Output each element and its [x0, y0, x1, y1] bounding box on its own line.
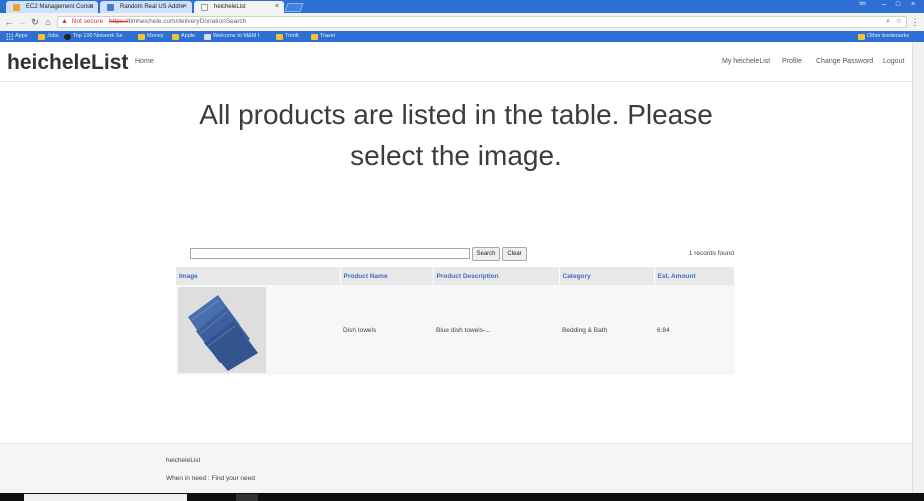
- site-brand[interactable]: heicheleList: [7, 51, 128, 75]
- minimize-icon[interactable]: –: [878, 0, 890, 9]
- bookmark-top100[interactable]: Top 100 Network Se: [64, 32, 123, 41]
- column-header-image[interactable]: Image: [176, 267, 341, 285]
- url-path: timheichele.com/deliveryDonationSearch: [128, 18, 247, 25]
- folder-icon: [858, 34, 865, 40]
- star-icon[interactable]: ☆: [896, 17, 902, 27]
- site-footer: heicheleList When in need : Find your ne…: [0, 443, 912, 493]
- bookmark-label: Jobs: [47, 33, 59, 39]
- search-icon[interactable]: ⌕: [886, 17, 890, 27]
- nav-logout[interactable]: Logout: [883, 58, 904, 65]
- dish-towels-picture: [178, 287, 266, 373]
- bookmark-other[interactable]: Other bookmarks: [858, 32, 909, 41]
- search-button[interactable]: Search: [472, 247, 500, 261]
- bookmark-label: Top 100 Network Se: [73, 33, 123, 39]
- reload-icon[interactable]: ↻: [29, 16, 41, 28]
- column-header-description[interactable]: Product Description: [433, 267, 560, 285]
- dish-towels-image[interactable]: [178, 287, 266, 373]
- tab-random-address[interactable]: Random Real US Addre ×: [100, 1, 192, 13]
- warning-icon: ▲: [61, 18, 68, 25]
- folder-icon: [38, 34, 45, 40]
- category-cell: Bedding & Bath: [559, 285, 654, 375]
- tab-label: EC2 Management Conso: [26, 4, 94, 10]
- table-header-row: Image Product Name Product Description C…: [176, 267, 735, 285]
- bookmark-apps[interactable]: Apps: [6, 32, 28, 41]
- close-icon[interactable]: ×: [275, 3, 279, 10]
- window-close-icon[interactable]: ×: [907, 0, 919, 9]
- image-cell[interactable]: [176, 285, 340, 375]
- bookmark-label: Welcome to M&M I: [213, 33, 260, 39]
- tab-label: heicheleList: [214, 4, 246, 10]
- bookmark-label: Travel: [320, 33, 336, 39]
- bookmark-travel[interactable]: Travel: [311, 32, 335, 41]
- nav-profile[interactable]: Profile: [782, 58, 802, 65]
- column-header-name[interactable]: Product Name: [340, 267, 434, 285]
- nav-my-list[interactable]: My heicheleList: [722, 58, 770, 65]
- os-taskbar: [0, 493, 924, 501]
- apps-icon: [6, 33, 13, 40]
- footer-tagline: When in need : Find your need: [166, 475, 255, 482]
- close-icon[interactable]: ×: [89, 3, 93, 10]
- product-name-cell: Dish towels: [340, 285, 433, 375]
- tab-label: Random Real US Addre: [120, 4, 185, 10]
- bookmark-label: Trimfi: [285, 33, 299, 39]
- table-row[interactable]: Dish towels Blue dish towels-... Bedding…: [176, 285, 735, 375]
- search-input[interactable]: [190, 248, 470, 259]
- product-description-cell: Blue dish towels-...: [433, 285, 559, 375]
- aws-favicon-icon: [13, 4, 20, 11]
- folder-icon: [311, 34, 318, 40]
- records-count: 1 records found: [688, 250, 734, 257]
- browser-tab-bar: EC2 Management Conso × Random Real US Ad…: [0, 0, 924, 13]
- bookmark-label: Other bookmarks: [867, 33, 910, 39]
- heading-line-1: All products are listed in the table. Pl…: [199, 99, 713, 130]
- products-table: Image Product Name Product Description C…: [176, 267, 735, 375]
- site-navbar: heicheleList Home My heicheleList Profil…: [0, 42, 912, 82]
- new-tab-button[interactable]: [284, 3, 304, 12]
- taskbar-search-box[interactable]: [24, 494, 187, 501]
- menu-dots-icon[interactable]: ⋮: [909, 16, 921, 28]
- bookmark-apple[interactable]: Apple: [172, 32, 195, 41]
- bookmark-jobs[interactable]: Jobs: [38, 32, 59, 41]
- column-header-amount[interactable]: Est. Amount: [654, 267, 735, 285]
- url-scheme: https://: [109, 18, 129, 25]
- folder-icon: [138, 34, 145, 40]
- site-icon: [204, 34, 211, 40]
- page-favicon-icon: [107, 4, 114, 11]
- document-favicon-icon: [201, 4, 208, 11]
- tab-ec2[interactable]: EC2 Management Conso ×: [6, 1, 98, 13]
- taskbar-app-button[interactable]: [236, 494, 258, 501]
- close-icon[interactable]: ×: [183, 3, 187, 10]
- back-arrow-icon[interactable]: ←: [3, 16, 15, 28]
- amount-cell: 6.84: [654, 285, 735, 375]
- folder-icon: [276, 34, 283, 40]
- nav-home[interactable]: Home: [135, 58, 154, 65]
- eye-icon: [64, 34, 71, 40]
- tab-heichelelist[interactable]: heicheleList ×: [194, 1, 284, 13]
- heading-line-2: select the image.: [350, 140, 562, 171]
- forward-arrow-icon[interactable]: →: [16, 16, 28, 28]
- home-icon[interactable]: ⌂: [42, 16, 54, 28]
- clear-button[interactable]: Clear: [502, 247, 527, 261]
- bookmark-money[interactable]: Money: [138, 32, 164, 41]
- footer-brand: heicheleList: [166, 457, 201, 464]
- bookmark-label: Apps: [15, 33, 28, 39]
- page-scrollbar[interactable]: [912, 42, 924, 493]
- bookmarks-bar: Apps Jobs Top 100 Network Se Money Apple…: [0, 31, 924, 42]
- window-user-name: tim: [859, 1, 866, 7]
- bookmark-trimfi[interactable]: Trimfi: [276, 32, 299, 41]
- column-header-category[interactable]: Category: [559, 267, 655, 285]
- bookmark-mm[interactable]: Welcome to M&M I: [204, 32, 259, 41]
- nav-change-password[interactable]: Change Password: [816, 58, 873, 65]
- bookmark-label: Money: [147, 33, 164, 39]
- maximize-icon[interactable]: □: [892, 0, 904, 9]
- page-heading: All products are listed in the table. Pl…: [0, 94, 912, 176]
- security-label: Not secure: [71, 18, 104, 25]
- folder-icon: [172, 34, 179, 40]
- address-bar[interactable]: ▲ Not secure https://timheichele.com/del…: [57, 16, 907, 28]
- bookmark-label: Apple: [181, 33, 196, 39]
